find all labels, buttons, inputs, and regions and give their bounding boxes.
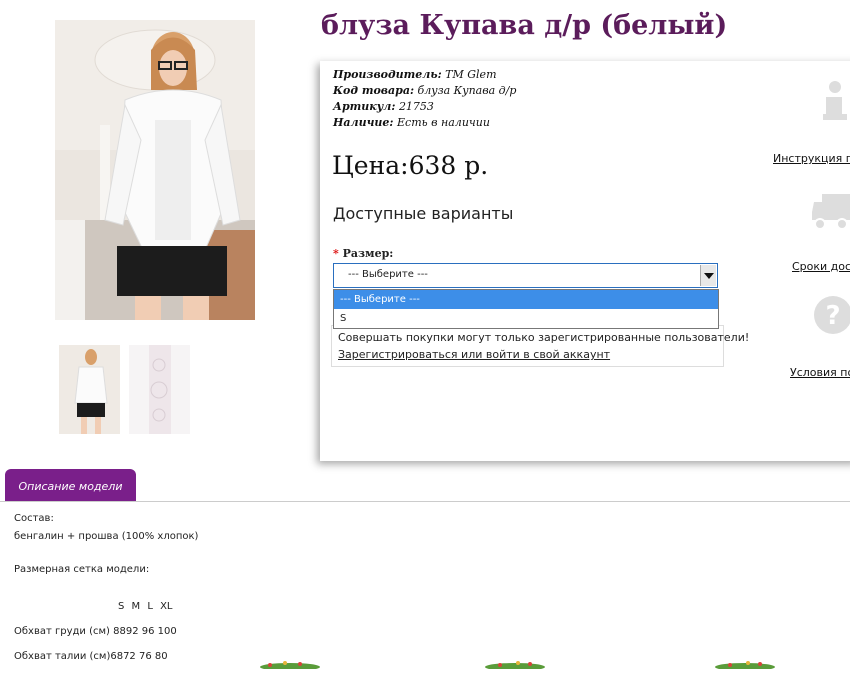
product-main-image[interactable] bbox=[55, 20, 255, 320]
variants-heading: Доступные варианты bbox=[333, 204, 514, 223]
purchase-terms-link[interactable]: Условия по bbox=[790, 366, 850, 379]
size-label-text: Размер: bbox=[342, 247, 394, 260]
spec-label: Наличие: bbox=[333, 116, 394, 129]
question-icon[interactable]: ? bbox=[812, 292, 850, 342]
login-register-link[interactable]: Зарегистрироваться или войти в свой акка… bbox=[338, 348, 610, 361]
registration-notice: Совершать покупки могут только зарегистр… bbox=[331, 325, 749, 367]
decorative-garland bbox=[0, 654, 850, 671]
tab-model-description[interactable]: Описание модели bbox=[5, 469, 136, 502]
size-option-s[interactable]: S bbox=[334, 309, 718, 328]
spec-label: Производитель: bbox=[333, 68, 442, 81]
size-chart-row: Обхват груди (см) 8892 96 100 bbox=[14, 626, 177, 637]
spec-label: Артикул: bbox=[333, 100, 396, 113]
spec-value: Есть в наличии bbox=[397, 116, 490, 129]
size-chart-label: Размерная сетка модели: bbox=[14, 564, 150, 575]
info-icon[interactable] bbox=[812, 78, 850, 128]
product-price: Цена:638 р. bbox=[332, 151, 489, 180]
delivery-terms-link[interactable]: Сроки дост bbox=[792, 260, 850, 273]
composition-label: Состав: bbox=[14, 513, 54, 524]
truck-icon[interactable] bbox=[812, 190, 850, 238]
spec-article: Артикул: 21753 bbox=[333, 100, 434, 113]
spec-value: блуза Купава д/р bbox=[417, 84, 517, 97]
notice-text: Совершать покупки могут только зарегистр… bbox=[338, 331, 750, 344]
spec-product-code: Код товара: блуза Купава д/р bbox=[333, 84, 516, 97]
instruction-link[interactable]: Инструкция по bbox=[773, 152, 850, 165]
composition-value: бенгалин + прошва (100% хлопок) bbox=[14, 531, 199, 542]
spec-value: 21753 bbox=[398, 100, 434, 113]
size-select-value: --- Выберите --- bbox=[348, 269, 428, 280]
tab-divider bbox=[0, 501, 850, 502]
svg-text:?: ? bbox=[825, 301, 840, 331]
product-thumbnail-2[interactable] bbox=[129, 345, 190, 434]
spec-availability: Наличие: Есть в наличии bbox=[333, 116, 490, 129]
chevron-down-icon[interactable] bbox=[700, 265, 716, 286]
product-thumbnail-1[interactable] bbox=[59, 345, 120, 434]
spec-value: ТМ Glem bbox=[445, 68, 497, 81]
size-label: * Размер: bbox=[333, 247, 393, 260]
size-dropdown-list: --- Выберите --- S bbox=[333, 289, 719, 329]
size-option-placeholder[interactable]: --- Выберите --- bbox=[334, 290, 718, 309]
spec-label: Код товара: bbox=[333, 84, 415, 97]
size-select[interactable]: --- Выберите --- bbox=[333, 263, 718, 288]
size-chart-header: S M L XL bbox=[118, 601, 173, 612]
product-title: блуза Купава д/р (белый) bbox=[321, 10, 728, 41]
spec-manufacturer: Производитель: ТМ Glem bbox=[333, 68, 497, 81]
required-mark: * bbox=[333, 247, 339, 260]
